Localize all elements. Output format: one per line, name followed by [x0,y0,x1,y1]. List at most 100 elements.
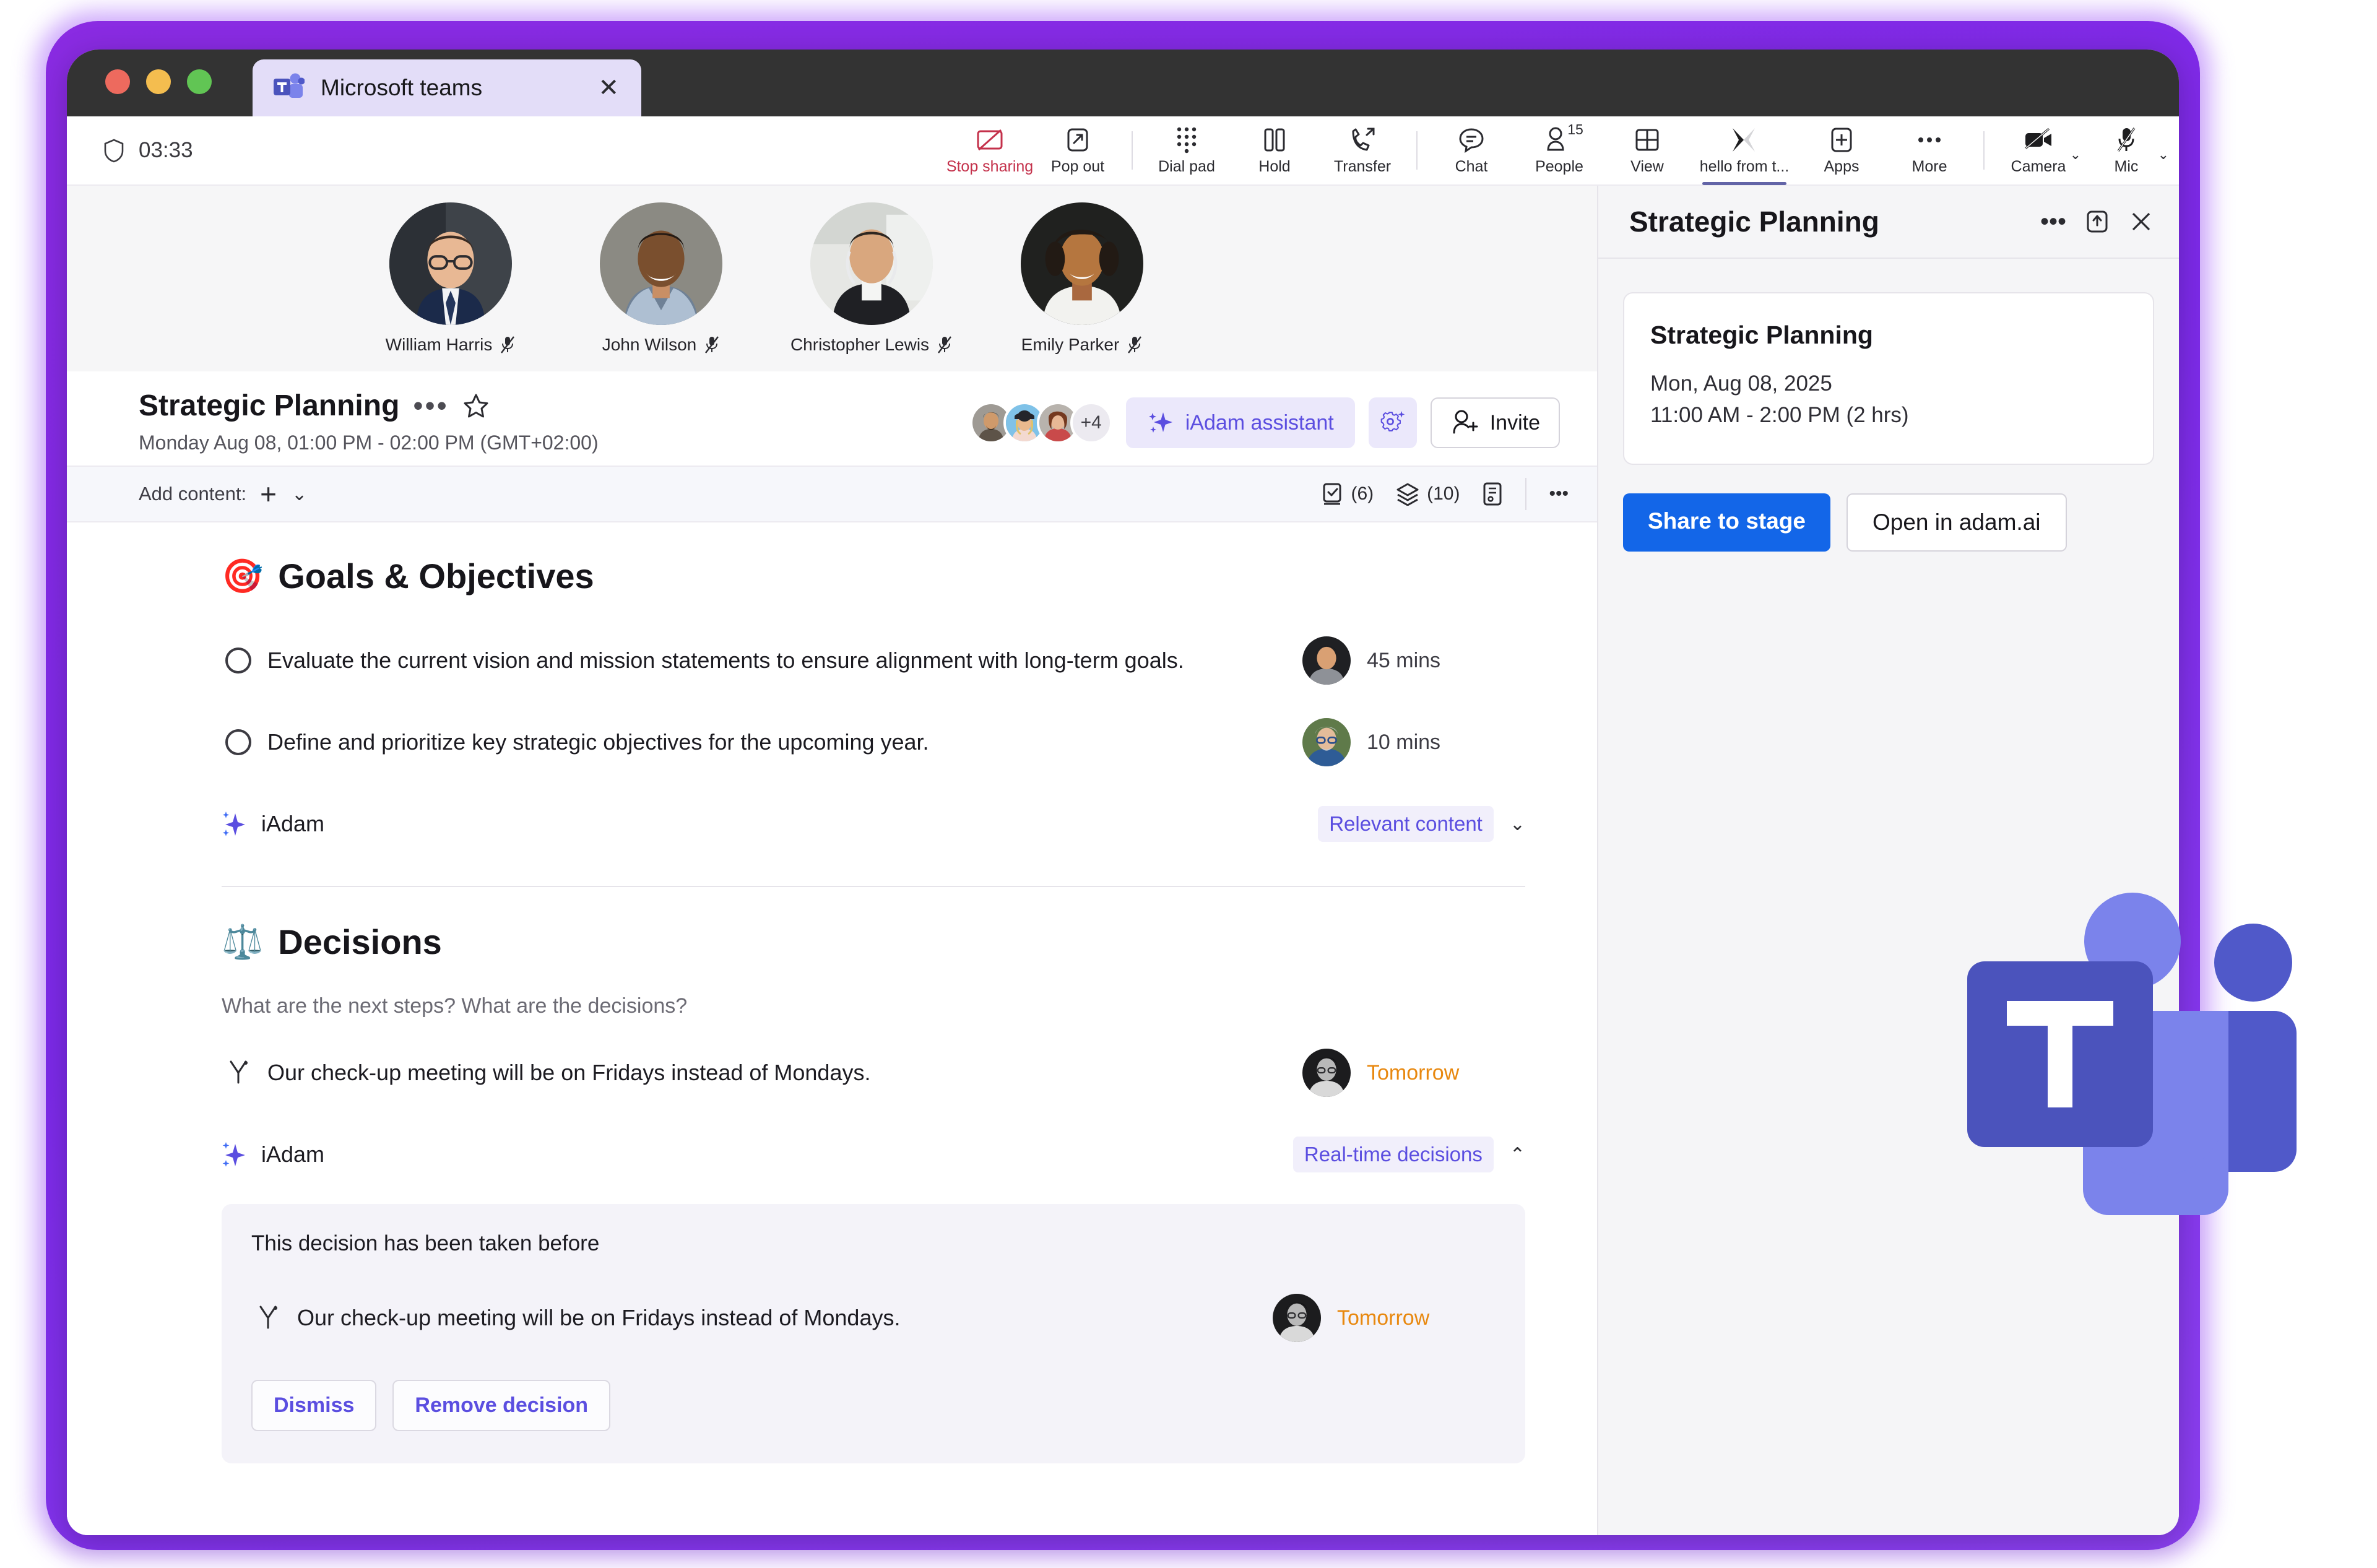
list-item[interactable]: Evaluate the current vision and mission … [222,628,1525,693]
checkbox-circle-icon[interactable] [222,729,255,755]
chat-icon [1458,126,1485,154]
mic-chevron-down-icon[interactable]: ⌄ [2158,147,2169,163]
stop-sharing-icon [976,126,1004,154]
avatar [1273,1294,1321,1342]
chevron-down-icon[interactable]: ⌄ [1510,813,1525,835]
mic-muted-icon [500,336,516,354]
iadam-row-goals: iAdam Relevant content ⌄ [222,795,1525,852]
layers-chip[interactable]: (10) [1396,482,1460,506]
toolbar-people[interactable]: 15 People [1515,116,1603,185]
invite-button[interactable]: Invite [1430,397,1560,448]
video-participant[interactable]: John Wilson [599,202,723,355]
addbar-divider [1525,478,1527,510]
toolbar-app-hello-from-t[interactable]: hello from t... [1691,116,1798,185]
toolbar-transfer[interactable]: Transfer [1318,116,1406,185]
layers-count: (10) [1427,483,1460,504]
toolbar-actions: Stop sharing Pop out Dial pad Hold Trans… [946,116,2179,185]
camera-chevron-down-icon[interactable]: ⌄ [2070,147,2081,163]
favorite-star-icon[interactable] [462,392,490,420]
layers-icon [1396,482,1419,506]
toolbar-mic[interactable]: ⌄ Mic [2082,116,2170,185]
chevron-up-icon[interactable]: ⌃ [1510,1144,1525,1166]
close-panel-icon[interactable] [2128,209,2154,235]
toolbar-chat[interactable]: Chat [1427,116,1515,185]
avatar [1302,636,1351,685]
meeting-title-block: Strategic Planning ••• Monday Aug 08, 01… [139,389,970,454]
participant-name: Christopher Lewis [790,335,930,354]
toolbar-apps[interactable]: Apps [1798,116,1886,185]
checkbox-circle-icon[interactable] [222,648,255,674]
meeting-more-icon[interactable]: ••• [413,391,448,419]
participant-name-row: Emily Parker [1021,335,1143,355]
toolbar-label: Chat [1455,157,1488,175]
iadam-identity: iAdam [222,1140,324,1169]
open-in-adam-ai-button[interactable]: Open in adam.ai [1846,493,2067,552]
facepile-overflow-count[interactable]: +4 [1070,402,1112,444]
toolbar-stop-sharing[interactable]: Stop sharing [946,116,1034,185]
participant-name: John Wilson [602,335,697,354]
sparkle-icon [222,810,248,838]
video-participant[interactable]: Emily Parker [1020,202,1144,355]
browser-tab[interactable]: Microsoft teams ✕ [253,59,641,116]
decision-branch-icon [251,1304,285,1332]
toolbar-camera[interactable]: ⌄ Camera [1994,116,2082,185]
realtime-decisions-chip[interactable]: Real-time decisions [1292,1137,1494,1172]
add-person-icon [1450,409,1479,436]
list-item[interactable]: Define and prioritize key strategic obje… [222,710,1525,774]
video-participant[interactable]: Christopher Lewis [790,202,952,355]
side-panel-header: Strategic Planning ••• [1598,186,2179,259]
sparkle-icon [222,1140,248,1169]
tab-title: Microsoft teams [321,75,483,100]
video-gallery: William Harris John Wilson Christopher L… [67,186,1597,371]
close-window-button[interactable] [105,69,130,94]
toolbar-label: Pop out [1050,157,1105,175]
avatar [389,202,512,325]
close-tab-icon[interactable]: ✕ [598,76,619,100]
tasks-chip[interactable]: (6) [1321,482,1374,506]
meeting-summary-card[interactable]: Strategic Planning Mon, Aug 08, 2025 11:… [1623,292,2154,465]
list-item[interactable]: Our check-up meeting will be on Fridays … [222,1041,1525,1105]
decision-meta: Tomorrow [1302,1049,1525,1097]
panel-decision-row: Our check-up meeting will be on Fridays … [251,1288,1496,1348]
toolbar-label: View [1630,157,1664,175]
toolbar-pop-out[interactable]: Pop out [1034,116,1122,185]
video-participant[interactable]: William Harris [385,202,516,355]
iadam-settings-button[interactable] [1368,397,1417,448]
iadam-assistant-button[interactable]: iAdam assistant [1125,397,1355,448]
toolbar-share[interactable]: Share [2170,116,2179,185]
iadam-identity: iAdam [222,810,324,838]
task-check-icon [1321,482,1343,506]
participant-name: William Harris [385,335,493,354]
iadam-label: iAdam [261,811,325,836]
toolbar-label: Dial pad [1158,157,1215,175]
attendee-facepile[interactable]: +4 [969,402,1112,444]
card-date: Mon, Aug 08, 2025 [1650,371,1832,396]
mic-muted-icon [937,336,953,354]
side-panel-popout-icon[interactable] [2084,208,2111,235]
toolbar-dial-pad[interactable]: Dial pad [1143,116,1231,185]
relevant-content-chip[interactable]: Relevant content [1318,806,1494,842]
goal-duration: 45 mins [1367,648,1441,672]
maximize-window-button[interactable] [187,69,212,94]
meeting-toolbar: 03:33 Stop sharing Pop out Dial pad Hold… [67,116,2179,186]
add-content-label: Add content: [139,483,247,505]
add-content-chevron-down-icon[interactable]: ⌄ [292,483,307,505]
section-prompt: What are the next steps? What are the de… [222,994,688,1018]
remove-decision-button[interactable]: Remove decision [392,1380,611,1431]
goal-text: Define and prioritize key strategic obje… [267,729,929,755]
minimize-window-button[interactable] [146,69,171,94]
iadam-actions: Real-time decisions ⌃ [1292,1137,1525,1172]
share-to-stage-button[interactable]: Share to stage [1623,493,1830,552]
toolbar-hold[interactable]: Hold [1231,116,1318,185]
toolbar-more[interactable]: More [1886,116,1973,185]
toolbar-label: Apps [1824,157,1860,175]
section-title: Decisions [278,922,442,961]
notes-chip[interactable] [1482,482,1503,506]
side-panel-more-icon[interactable]: ••• [2040,208,2066,236]
iadam-row-decisions: iAdam Real-time decisions ⌃ [222,1126,1525,1183]
toolbar-view[interactable]: View [1603,116,1691,185]
dismiss-button[interactable]: Dismiss [251,1380,377,1431]
add-content-plus-icon[interactable]: + [260,480,277,508]
addbar-more-icon[interactable]: ••• [1549,483,1569,505]
card-title: Strategic Planning [1650,321,1873,349]
